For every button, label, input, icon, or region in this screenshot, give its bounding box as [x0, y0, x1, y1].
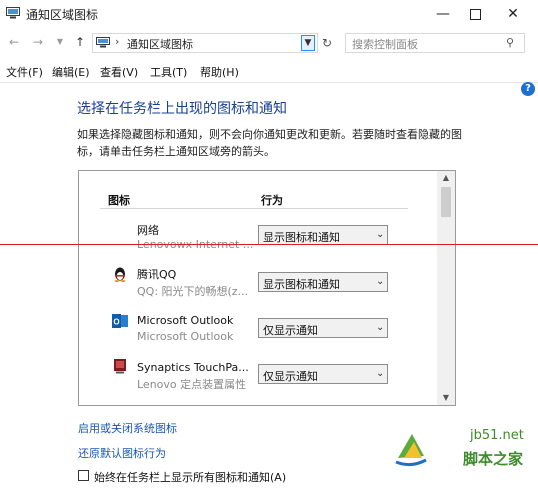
breadcrumb-separator-icon: ›	[115, 35, 120, 48]
arrow-left-icon: ←	[8, 35, 20, 49]
chevron-down-icon: ⌄	[376, 368, 385, 379]
refresh-icon: ↻	[321, 36, 333, 50]
address-bar[interactable]	[92, 33, 318, 53]
forward-button[interactable]: →	[30, 34, 46, 50]
row-subtitle: Lenovo 定点装置属性	[137, 378, 247, 391]
svg-text:O: O	[113, 318, 119, 327]
close-button[interactable]: ✕	[494, 0, 532, 28]
window-title: 通知区域图标	[26, 8, 99, 22]
breadcrumb[interactable]: 通知区域图标	[127, 36, 193, 52]
row-name: 腾讯QQ	[137, 268, 177, 281]
menu-tools[interactable]: 工具(T)	[150, 64, 187, 80]
row-name: Synaptics TouchPa...	[137, 361, 249, 374]
help-icon[interactable]: ?	[521, 82, 535, 96]
menu-view[interactable]: 查看(V)	[100, 64, 138, 80]
guide-line	[0, 244, 538, 245]
behavior-select-value: 显示图标和通知	[263, 278, 340, 291]
menu-file[interactable]: 文件(F)	[6, 64, 43, 80]
watermark-name: 脚本之家	[463, 450, 524, 468]
address-dropdown-button[interactable]: ▼	[301, 35, 315, 51]
watermark-logo	[395, 434, 427, 467]
behavior-select-value: 仅显示通知	[263, 324, 318, 337]
recent-locations-button[interactable]: ▼	[52, 34, 68, 50]
menu-edit[interactable]: 编辑(E)	[52, 64, 90, 80]
show-all-icons-checkbox[interactable]	[78, 470, 89, 481]
refresh-button[interactable]: ↻	[318, 33, 336, 53]
system-icons-link[interactable]: 启用或关闭系统图标	[78, 420, 177, 436]
monitor-icon	[6, 7, 20, 19]
column-header-icon: 图标	[108, 194, 130, 207]
chevron-down-icon: ⌄	[376, 322, 385, 333]
scrollbar-thumb[interactable]	[441, 187, 451, 217]
scroll-down-icon[interactable]: ▼	[437, 393, 455, 402]
menu-help[interactable]: 帮助(H)	[200, 64, 239, 80]
watermark-url: jb51.net	[470, 428, 524, 443]
arrow-up-icon: ↑	[74, 35, 86, 49]
column-header-behavior: 行为	[261, 194, 283, 207]
description-text: 如果选择隐藏图标和通知，则不会向你通知更改和更新。若要随时查看隐藏的图标，请单击…	[77, 128, 462, 158]
up-button[interactable]: ↑	[72, 34, 88, 50]
header-divider	[100, 208, 408, 209]
back-button[interactable]: ←	[6, 34, 22, 50]
monitor-icon	[96, 37, 110, 48]
restore-defaults-link[interactable]: 还原默认图标行为	[78, 445, 166, 461]
behavior-select-value: 显示图标和通知	[263, 231, 340, 244]
outlook-icon: O	[112, 314, 128, 328]
behavior-select-value: 仅显示通知	[263, 370, 318, 383]
search-icon[interactable]: ⚲	[506, 36, 514, 49]
arrow-right-icon: →	[32, 35, 44, 49]
search-placeholder: 搜索控制面板	[352, 38, 418, 51]
maximize-button[interactable]	[456, 0, 494, 28]
checkbox-label[interactable]: 始终在任务栏上显示所有图标和通知(A)	[94, 469, 286, 485]
minimize-icon: —	[436, 6, 450, 22]
close-icon: ✕	[507, 6, 519, 22]
row-subtitle: QQ: 阳光下的畅想(z...	[137, 285, 249, 298]
chevron-down-icon: ⌄	[376, 229, 385, 240]
row-subtitle: Microsoft Outlook	[137, 330, 234, 343]
chevron-down-icon: ⌄	[376, 276, 385, 287]
maximize-icon	[469, 8, 481, 20]
page-title: 选择在任务栏上出现的图标和通知	[77, 101, 287, 117]
touchpad-icon	[114, 359, 126, 374]
scroll-up-icon[interactable]: ▲	[437, 173, 455, 182]
qq-penguin-icon	[114, 267, 126, 282]
chevron-down-icon: ▼	[304, 38, 312, 48]
row-name: Microsoft Outlook	[137, 314, 234, 327]
row-name: 网络	[137, 224, 159, 237]
chevron-down-icon: ▼	[56, 37, 64, 46]
